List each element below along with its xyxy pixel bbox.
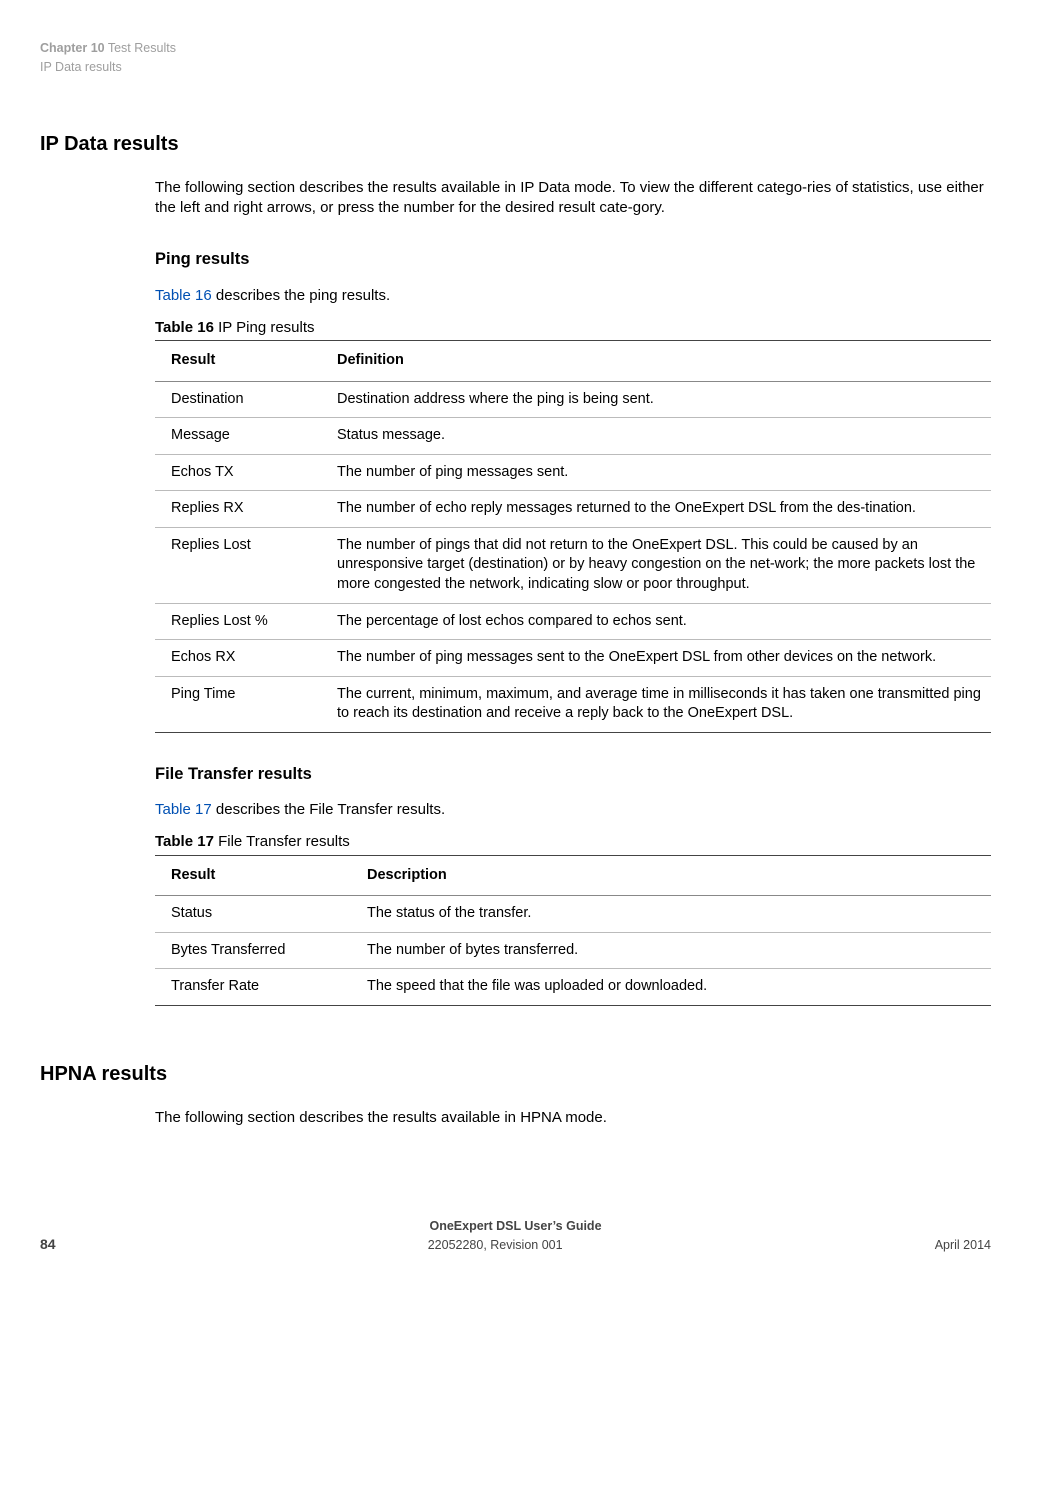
cell-result: Echos RX bbox=[155, 640, 329, 677]
table-row: Echos RXThe number of ping messages sent… bbox=[155, 640, 991, 677]
table-row: Echos TXThe number of ping messages sent… bbox=[155, 454, 991, 491]
table-row: Result Definition bbox=[155, 341, 991, 382]
footer-page-number: 84 bbox=[40, 1235, 56, 1254]
table-row: Replies Lost %The percentage of lost ech… bbox=[155, 603, 991, 640]
table-row: Transfer RateThe speed that the file was… bbox=[155, 969, 991, 1006]
table-16: Result Definition DestinationDestination… bbox=[155, 340, 991, 733]
table-16-col-result: Result bbox=[155, 341, 329, 382]
table-17-label: Table 17 bbox=[155, 833, 214, 850]
page-header-line1: Chapter 10 Test Results bbox=[40, 40, 991, 57]
cell-result: Replies RX bbox=[155, 491, 329, 528]
link-table-17[interactable]: Table 17 bbox=[155, 801, 212, 818]
page-header-line2: IP Data results bbox=[40, 59, 991, 76]
table-17-caption-text: File Transfer results bbox=[214, 833, 350, 850]
ping-lead-rest: describes the ping results. bbox=[212, 287, 390, 304]
cell-result: Ping Time bbox=[155, 676, 329, 732]
cell-description: The status of the transfer. bbox=[359, 896, 991, 933]
table-row: Bytes TransferredThe number of bytes tra… bbox=[155, 932, 991, 969]
table-17-col-result: Result bbox=[155, 855, 359, 896]
heading-ip-data-results: IP Data results bbox=[40, 131, 991, 158]
table-17: Result Description StatusThe status of t… bbox=[155, 855, 991, 1006]
footer-docnum: 22052280, Revision 001 bbox=[428, 1237, 563, 1254]
footer-date: April 2014 bbox=[935, 1237, 991, 1254]
chapter-label: Chapter 10 bbox=[40, 41, 105, 55]
table-17-col-description: Description bbox=[359, 855, 991, 896]
cell-result: Replies Lost bbox=[155, 527, 329, 603]
table-row: MessageStatus message. bbox=[155, 418, 991, 455]
cell-description: The speed that the file was uploaded or … bbox=[359, 969, 991, 1006]
ft-lead-rest: describes the File Transfer results. bbox=[212, 801, 445, 818]
cell-definition: The percentage of lost echos compared to… bbox=[329, 603, 991, 640]
footer-guide-title: OneExpert DSL User’s Guide bbox=[40, 1218, 991, 1235]
intro-paragraph: The following section describes the resu… bbox=[155, 178, 991, 219]
table-row: Replies LostThe number of pings that did… bbox=[155, 527, 991, 603]
ft-lead-paragraph: Table 17 describes the File Transfer res… bbox=[155, 800, 991, 820]
table-16-caption: Table 16 IP Ping results bbox=[155, 318, 991, 338]
table-row: Ping TimeThe current, minimum, maximum, … bbox=[155, 676, 991, 732]
cell-result: Transfer Rate bbox=[155, 969, 359, 1006]
cell-result: Replies Lost % bbox=[155, 603, 329, 640]
table-row: Replies RXThe number of echo reply messa… bbox=[155, 491, 991, 528]
page-footer: OneExpert DSL User’s Guide 84 22052280, … bbox=[40, 1218, 991, 1254]
cell-definition: The number of ping messages sent to the … bbox=[329, 640, 991, 677]
cell-result: Message bbox=[155, 418, 329, 455]
cell-definition: The current, minimum, maximum, and avera… bbox=[329, 676, 991, 732]
hpna-intro-paragraph: The following section describes the resu… bbox=[155, 1108, 991, 1128]
cell-result: Destination bbox=[155, 381, 329, 418]
table-row: DestinationDestination address where the… bbox=[155, 381, 991, 418]
link-table-16[interactable]: Table 16 bbox=[155, 287, 212, 304]
chapter-title: Test Results bbox=[108, 41, 176, 55]
cell-definition: Destination address where the ping is be… bbox=[329, 381, 991, 418]
ping-lead-paragraph: Table 16 describes the ping results. bbox=[155, 286, 991, 306]
heading-ping-results: Ping results bbox=[155, 248, 991, 270]
cell-result: Echos TX bbox=[155, 454, 329, 491]
cell-definition: Status message. bbox=[329, 418, 991, 455]
table-row: Result Description bbox=[155, 855, 991, 896]
table-16-label: Table 16 bbox=[155, 319, 214, 336]
cell-result: Status bbox=[155, 896, 359, 933]
table-17-caption: Table 17 File Transfer results bbox=[155, 832, 991, 852]
cell-definition: The number of echo reply messages return… bbox=[329, 491, 991, 528]
cell-definition: The number of pings that did not return … bbox=[329, 527, 991, 603]
table-row: StatusThe status of the transfer. bbox=[155, 896, 991, 933]
heading-hpna-results: HPNA results bbox=[40, 1061, 991, 1088]
table-16-col-definition: Definition bbox=[329, 341, 991, 382]
cell-description: The number of bytes transferred. bbox=[359, 932, 991, 969]
cell-result: Bytes Transferred bbox=[155, 932, 359, 969]
table-16-caption-text: IP Ping results bbox=[214, 319, 315, 336]
heading-file-transfer-results: File Transfer results bbox=[155, 763, 991, 785]
cell-definition: The number of ping messages sent. bbox=[329, 454, 991, 491]
